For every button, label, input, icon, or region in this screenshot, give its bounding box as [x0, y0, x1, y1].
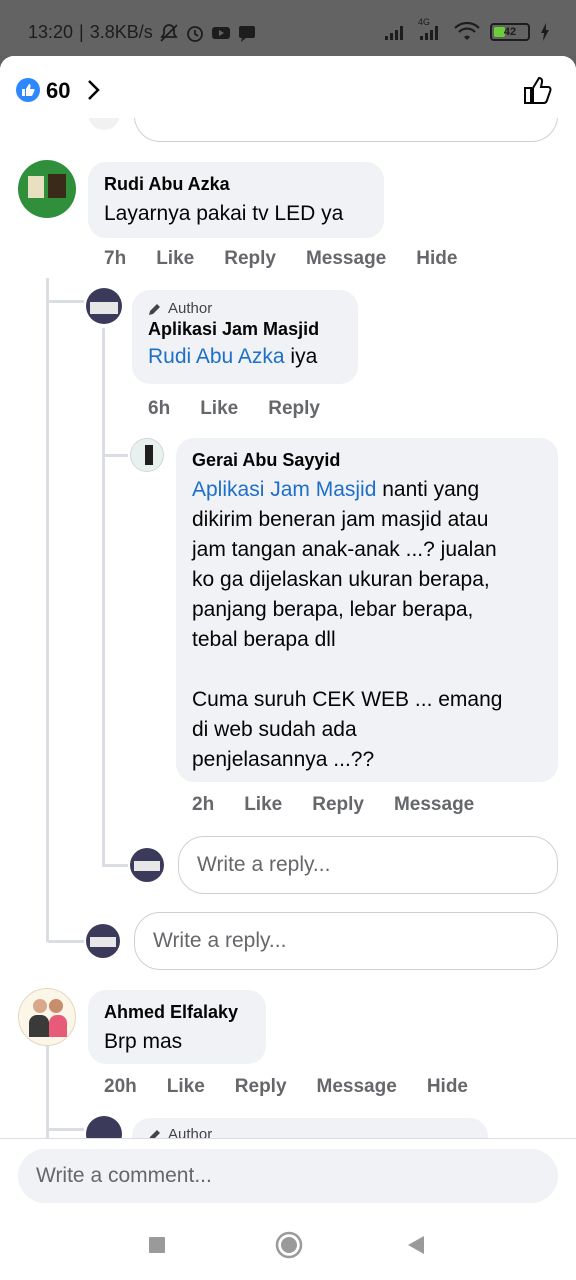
reply-bubble: Gerai Abu Sayyid Aplikasi Jam Masjid nan…: [176, 438, 558, 782]
thread-line: [46, 1046, 49, 1138]
reply-button[interactable]: Reply: [224, 248, 276, 270]
author-badge: Author: [148, 1126, 472, 1138]
signal-4g: 4G: [418, 17, 444, 41]
hide-button[interactable]: Hide: [427, 1076, 468, 1098]
home-icon[interactable]: [274, 1230, 304, 1260]
reply-bubble: Author Aplikasi Jam Masjid Rudi Abu Azka…: [132, 290, 358, 384]
avatar: [86, 1116, 122, 1138]
reply-button[interactable]: Reply: [312, 794, 364, 816]
like-button[interactable]: Like: [244, 794, 282, 816]
comment-input[interactable]: Write a comment...: [18, 1149, 558, 1203]
mention-link[interactable]: Aplikasi Jam Masjid: [192, 478, 376, 501]
avatar: [86, 924, 120, 958]
comment-actions: 7h Like Reply Message Hide: [104, 248, 487, 270]
thread-line: [46, 940, 84, 943]
pen-icon: [149, 303, 160, 315]
comment-time: 20h: [104, 1076, 137, 1097]
chat-icon: [238, 25, 255, 42]
alarm-icon: [186, 25, 203, 42]
message-button[interactable]: Message: [306, 248, 386, 270]
status-bar: 13:20 | 3.8KB/s 4G 42: [0, 0, 576, 56]
comment-composer: Write a comment...: [0, 1138, 576, 1224]
comment-text: Brp mas: [104, 1030, 183, 1053]
commenter-name[interactable]: Aplikasi Jam Masjid: [148, 319, 342, 340]
comment-bubble: Rudi Abu Azka Layarnya pakai tv LED ya: [88, 162, 384, 238]
chevron-right-icon[interactable]: [86, 78, 102, 102]
like-button[interactable]: Like: [156, 248, 194, 270]
avatar[interactable]: [18, 160, 76, 218]
comment-bubble: Ahmed Elfalaky Brp mas: [88, 990, 266, 1064]
comment-actions: 2h Like Reply Message: [192, 794, 504, 816]
thread-line: [46, 300, 84, 303]
mute-bell-icon: [160, 23, 178, 42]
youtube-icon: [211, 26, 230, 39]
battery-icon: 42: [490, 23, 530, 41]
charging-icon: [541, 23, 549, 41]
comments-feed[interactable]: Rudi Abu Azka Layarnya pakai tv LED ya 7…: [0, 56, 576, 1138]
like-button[interactable]: Like: [200, 398, 238, 420]
message-button[interactable]: Message: [317, 1076, 397, 1098]
comment-text: Rudi Abu Azka iya: [148, 345, 318, 368]
avatar: [130, 848, 164, 882]
reply-input[interactable]: Write a reply...: [134, 912, 558, 970]
back-icon[interactable]: [406, 1234, 426, 1256]
status-left: 13:20 | 3.8KB/s: [28, 22, 257, 43]
avatar[interactable]: [18, 988, 76, 1046]
pen-icon: [149, 1129, 160, 1138]
avatar[interactable]: [86, 288, 122, 324]
clock: 13:20: [28, 22, 74, 42]
thread-line: [102, 864, 128, 867]
avatar[interactable]: [130, 438, 164, 472]
commenter-name[interactable]: Rudi Abu Azka: [104, 174, 368, 195]
author-badge: Author: [148, 300, 342, 317]
comment-text: Layarnya pakai tv LED ya: [104, 202, 344, 225]
thread-line: [102, 328, 105, 866]
reactions-header: 60: [0, 56, 576, 118]
android-navbar: [0, 1224, 576, 1280]
thread-line: [46, 278, 49, 942]
mention-link[interactable]: Rudi Abu Azka: [148, 345, 285, 368]
comment-text: Aplikasi Jam Masjid nanti yang dikirim b…: [192, 478, 503, 771]
comment-time: 6h: [148, 398, 171, 419]
network-speed: 3.8KB/s: [89, 22, 153, 42]
message-button[interactable]: Message: [394, 794, 474, 816]
comment-time: 7h: [104, 248, 127, 269]
status-right: 4G 42: [384, 17, 550, 42]
hide-button[interactable]: Hide: [416, 248, 457, 270]
reply-button[interactable]: Reply: [268, 398, 320, 420]
reply-input[interactable]: Write a reply...: [178, 836, 558, 894]
commenter-name[interactable]: Ahmed Elfalaky: [104, 1002, 250, 1023]
signal-icon: [385, 26, 403, 40]
recent-apps-icon[interactable]: [148, 1236, 166, 1254]
reply-button[interactable]: Reply: [235, 1076, 287, 1098]
commenter-name[interactable]: Gerai Abu Sayyid: [192, 450, 542, 471]
thread-line: [102, 454, 128, 457]
signal-icon: [420, 26, 438, 40]
thumbs-up-icon[interactable]: [522, 74, 554, 106]
like-reaction-icon: [16, 78, 40, 102]
comment-actions: 6h Like Reply: [148, 398, 350, 420]
like-button[interactable]: Like: [167, 1076, 205, 1098]
comment-time: 2h: [192, 794, 215, 815]
thread-line: [46, 1128, 84, 1131]
reaction-count[interactable]: 60: [46, 78, 70, 104]
wifi-icon: [454, 22, 480, 40]
comment-actions: 20h Like Reply Message Hide: [104, 1076, 498, 1098]
reply-bubble: Author: [132, 1118, 488, 1138]
comments-sheet: Rudi Abu Azka Layarnya pakai tv LED ya 7…: [0, 56, 576, 1280]
